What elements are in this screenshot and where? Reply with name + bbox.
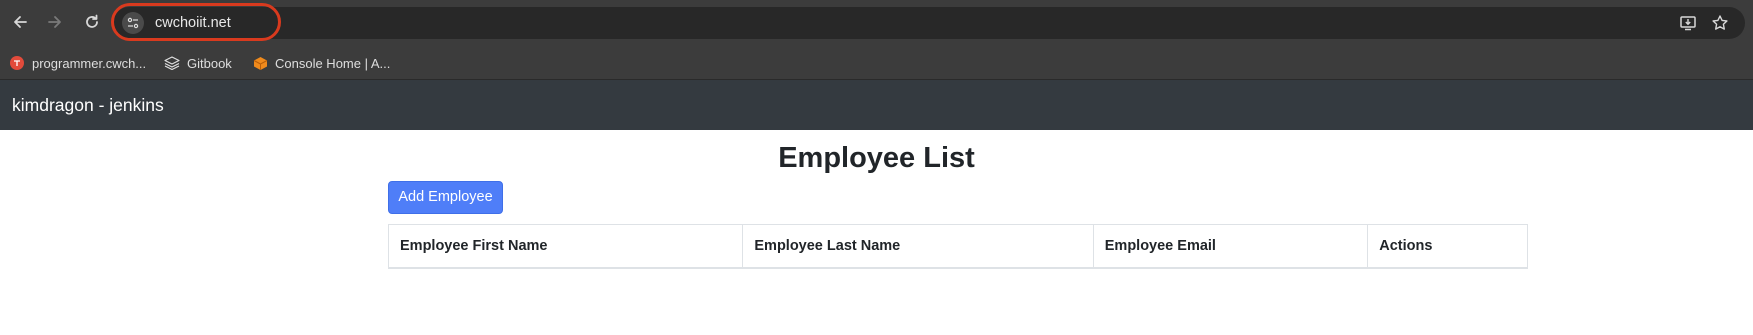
column-header-actions: Actions [1379,238,1433,254]
bookmark-label: programmer.cwch... [32,55,147,71]
column-header-email: Employee Email [1094,225,1369,267]
browser-toolbar: cwchoiit.net [0,0,1753,46]
gitbook-stack-icon [164,55,180,71]
bookmark-label: Console Home | A... [275,55,391,71]
bookmarks-bar: programmer.cwch... Gitbook Console Home … [0,46,1753,80]
url-highlight-ring [111,3,281,41]
bookmark-console-home[interactable]: Console Home | A... [252,46,390,80]
bookmark-label: Gitbook [187,55,232,71]
bookmark-programmer[interactable]: programmer.cwch... [9,46,146,80]
navbar-brand[interactable]: kimdragon - jenkins [12,80,164,130]
app-navbar: kimdragon - jenkins [0,80,1753,130]
bookmark-star-icon[interactable] [1710,13,1730,33]
column-header-last-name: Employee Last Name [743,225,1094,267]
bookmark-gitbook[interactable]: Gitbook [164,46,232,80]
employee-table: Employee First Name Employee Last Name E… [388,224,1528,269]
install-app-icon[interactable] [1678,13,1698,33]
reload-icon[interactable] [81,11,103,33]
address-bar[interactable]: cwchoiit.net [113,7,1745,39]
red-circle-icon [9,55,25,71]
column-header-first-name: Employee First Name [389,225,744,267]
forward-arrow-icon[interactable] [44,11,66,33]
add-employee-button[interactable]: Add Employee [388,181,503,214]
aws-cube-icon [252,55,268,71]
page-title: Employee List [778,142,975,174]
back-arrow-icon[interactable] [9,11,31,33]
